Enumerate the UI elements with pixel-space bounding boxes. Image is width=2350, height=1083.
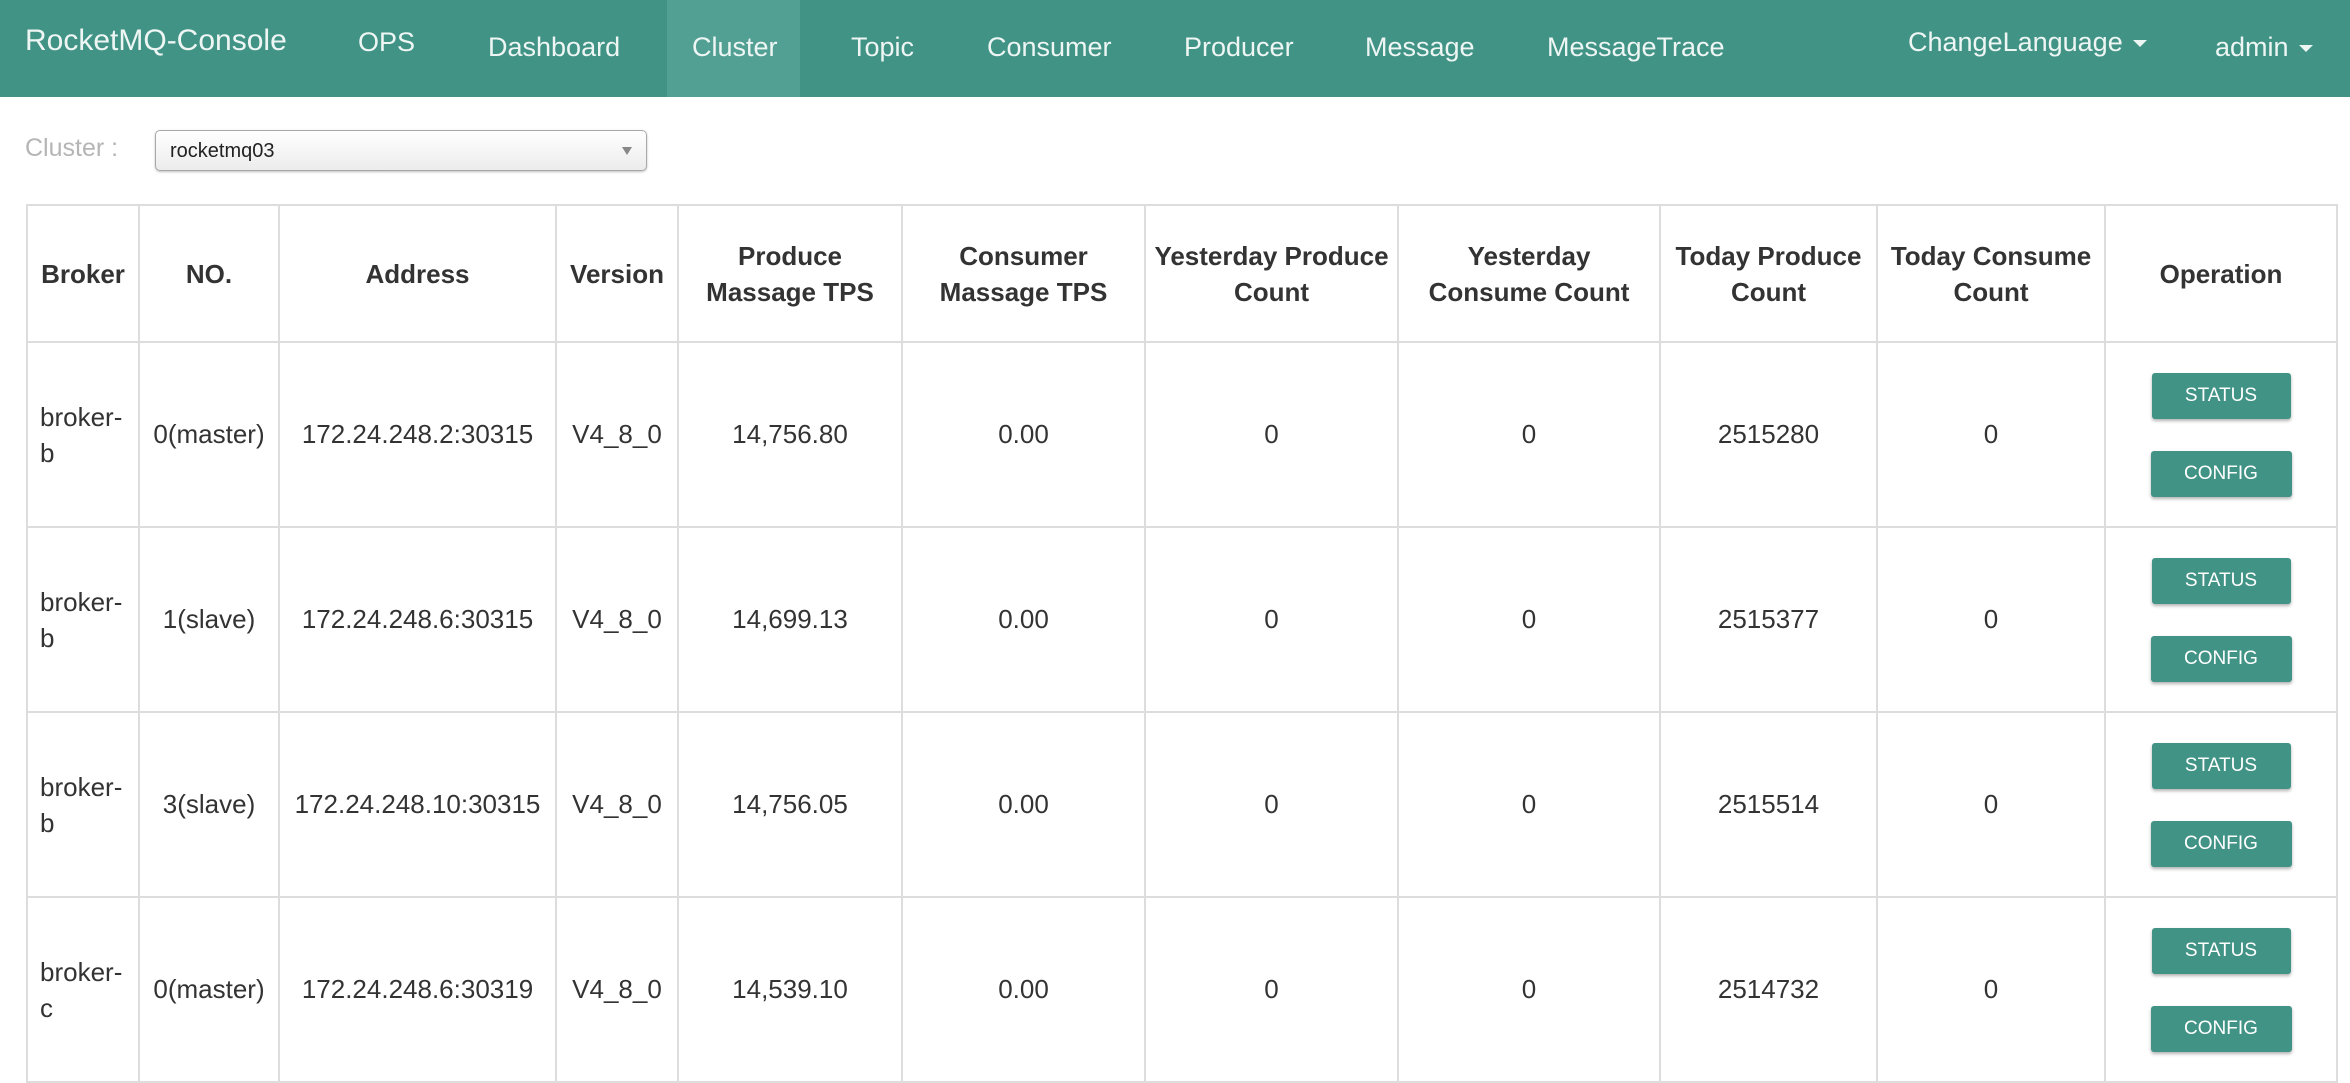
cell-consume-tps: 0.00 [901, 711, 1146, 898]
cell-no: 0(master) [138, 341, 280, 528]
nav-topic[interactable]: Topic [826, 0, 939, 97]
table-row: broker-b 0(master) 172.24.248.2:30315 V4… [26, 341, 2338, 528]
cell-operation: STATUS CONFIG [2104, 526, 2338, 713]
nav-dashboard[interactable]: Dashboard [463, 0, 645, 97]
header-yesterday-consume: Yesterday Consume Count [1397, 204, 1661, 343]
header-produce-tps: Produce Massage TPS [677, 204, 903, 343]
cluster-filter-label: Cluster : [25, 134, 119, 162]
nav-cluster[interactable]: Cluster [667, 0, 800, 97]
nav-messagetrace[interactable]: MessageTrace [1522, 0, 1750, 97]
config-button[interactable]: CONFIG [2150, 450, 2292, 497]
cell-today-produce: 2515514 [1659, 711, 1878, 898]
cell-version: V4_8_0 [555, 711, 679, 898]
cell-yesterday-produce: 0 [1144, 341, 1399, 528]
nav-ops[interactable]: OPS [333, 0, 440, 97]
cell-version: V4_8_0 [555, 896, 679, 1083]
header-consume-tps: Consumer Massage TPS [901, 204, 1146, 343]
caret-down-icon [2132, 40, 2147, 48]
cluster-select-value: rocketmq03 [170, 140, 275, 162]
cell-today-consume: 0 [1876, 526, 2106, 713]
config-button[interactable]: CONFIG [2150, 1005, 2292, 1052]
cell-today-produce: 2515377 [1659, 526, 1878, 713]
cell-produce-tps: 14,756.80 [677, 341, 903, 528]
cell-version: V4_8_0 [555, 526, 679, 713]
cell-today-consume: 0 [1876, 711, 2106, 898]
config-button[interactable]: CONFIG [2150, 635, 2292, 682]
cell-produce-tps: 14,539.10 [677, 896, 903, 1083]
table-row: broker-b 3(slave) 172.24.248.10:30315 V4… [26, 711, 2338, 898]
change-language-label: ChangeLanguage [1908, 27, 2123, 57]
header-address: Address [278, 204, 557, 343]
user-name: admin [2215, 32, 2289, 62]
cell-version: V4_8_0 [555, 341, 679, 528]
config-button[interactable]: CONFIG [2150, 820, 2292, 867]
change-language-dropdown[interactable]: ChangeLanguage [1883, 0, 2172, 97]
nav-message[interactable]: Message [1340, 0, 1500, 97]
cell-broker: broker-b [26, 526, 140, 713]
table-row: broker-c 0(master) 172.24.248.6:30319 V4… [26, 896, 2338, 1083]
cell-today-produce: 2514732 [1659, 896, 1878, 1083]
cell-address: 172.24.248.10:30315 [278, 711, 557, 898]
cell-yesterday-produce: 0 [1144, 711, 1399, 898]
user-menu-dropdown[interactable]: admin [2190, 0, 2338, 97]
header-version: Version [555, 204, 679, 343]
broker-table: Broker NO. Address Version Produce Massa… [26, 204, 2338, 1083]
header-today-consume: Today Consume Count [1876, 204, 2106, 343]
cell-address: 172.24.248.2:30315 [278, 341, 557, 528]
header-no: NO. [138, 204, 280, 343]
cell-yesterday-produce: 0 [1144, 526, 1399, 713]
cell-operation: STATUS CONFIG [2104, 341, 2338, 528]
cell-consume-tps: 0.00 [901, 341, 1146, 528]
cell-address: 172.24.248.6:30319 [278, 896, 557, 1083]
header-broker: Broker [26, 204, 140, 343]
cell-operation: STATUS CONFIG [2104, 896, 2338, 1083]
cell-produce-tps: 14,699.13 [677, 526, 903, 713]
status-button[interactable]: STATUS [2151, 557, 2291, 604]
dropdown-arrow-icon [622, 147, 632, 155]
cell-broker: broker-b [26, 711, 140, 898]
header-operation: Operation [2104, 204, 2338, 343]
cell-today-produce: 2515280 [1659, 341, 1878, 528]
cell-operation: STATUS CONFIG [2104, 711, 2338, 898]
brand-logo[interactable]: RocketMQ-Console [25, 24, 287, 58]
cell-no: 1(slave) [138, 526, 280, 713]
status-button[interactable]: STATUS [2151, 927, 2291, 974]
cell-consume-tps: 0.00 [901, 896, 1146, 1083]
nav-producer[interactable]: Producer [1159, 0, 1319, 97]
cell-yesterday-consume: 0 [1397, 341, 1661, 528]
cell-yesterday-consume: 0 [1397, 896, 1661, 1083]
header-today-produce: Today Produce Count [1659, 204, 1878, 343]
status-button[interactable]: STATUS [2151, 742, 2291, 789]
status-button[interactable]: STATUS [2151, 372, 2291, 419]
cell-broker: broker-c [26, 896, 140, 1083]
cell-today-consume: 0 [1876, 896, 2106, 1083]
cell-yesterday-consume: 0 [1397, 526, 1661, 713]
top-navbar: RocketMQ-Console OPS Dashboard Cluster T… [0, 0, 2350, 97]
cell-no: 3(slave) [138, 711, 280, 898]
caret-down-icon [2298, 45, 2313, 53]
table-header-row: Broker NO. Address Version Produce Massa… [26, 204, 2338, 343]
cell-address: 172.24.248.6:30315 [278, 526, 557, 713]
cell-yesterday-produce: 0 [1144, 896, 1399, 1083]
cell-broker: broker-b [26, 341, 140, 528]
header-yesterday-produce: Yesterday Produce Count [1144, 204, 1399, 343]
cell-produce-tps: 14,756.05 [677, 711, 903, 898]
cell-no: 0(master) [138, 896, 280, 1083]
cell-yesterday-consume: 0 [1397, 711, 1661, 898]
cell-today-consume: 0 [1876, 341, 2106, 528]
table-row: broker-b 1(slave) 172.24.248.6:30315 V4_… [26, 526, 2338, 713]
nav-consumer[interactable]: Consumer [962, 0, 1137, 97]
cell-consume-tps: 0.00 [901, 526, 1146, 713]
cluster-select[interactable]: rocketmq03 [155, 130, 647, 171]
